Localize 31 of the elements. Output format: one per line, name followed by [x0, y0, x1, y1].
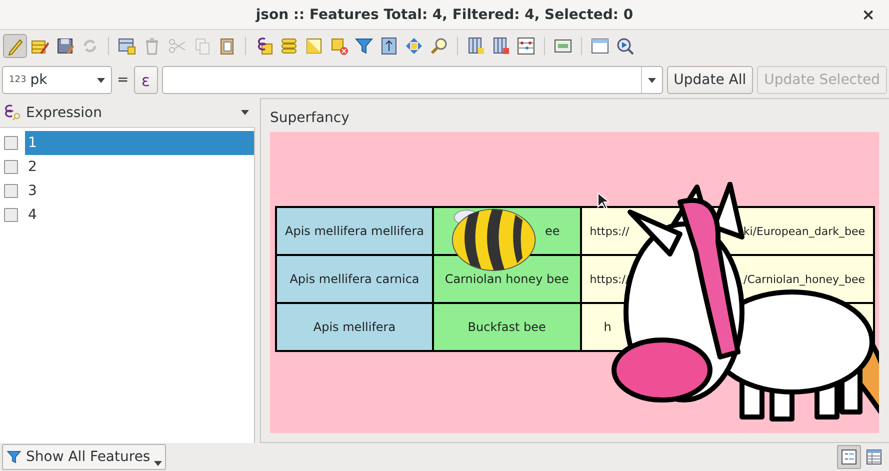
checkbox[interactable] — [4, 208, 18, 222]
feature-item[interactable]: 1 — [25, 131, 254, 155]
caret-icon — [648, 78, 656, 82]
update-all-button[interactable]: Update All — [666, 66, 754, 94]
cursor-icon — [597, 192, 609, 210]
table-cell: Apis mellifera mellifera — [276, 207, 433, 255]
feature-item[interactable]: 3 — [25, 179, 254, 203]
caret-icon — [154, 461, 162, 466]
caret-icon — [97, 78, 105, 82]
equals-sign: = — [117, 72, 129, 88]
table-cell: Apis mellifera carnica — [276, 255, 433, 303]
funnel-icon — [6, 449, 22, 465]
column-header: Expression — [26, 104, 103, 120]
expression-button[interactable]: ε — [134, 66, 158, 94]
view-toggle-button[interactable] — [837, 445, 861, 469]
form-view-icon — [840, 448, 858, 466]
close-button[interactable]: × — [858, 5, 879, 24]
table-cell: Apis mellifera — [276, 303, 433, 351]
form-label: Superfancy — [270, 110, 350, 126]
checkbox[interactable] — [4, 184, 18, 198]
feature-item[interactable]: 4 — [25, 203, 254, 227]
checkbox[interactable] — [4, 136, 18, 150]
field-dropdown[interactable]: 123 pk — [2, 66, 112, 94]
table-cell: Buckfast bee — [432, 303, 581, 351]
expression-icon — [4, 104, 22, 122]
caret-icon — [241, 110, 249, 115]
table-view-icon — [865, 448, 883, 466]
show-features-button[interactable]: Show All Features — [2, 444, 166, 470]
window-title: json :: Features Total: 4, Filtered: 4, Selected: 0 — [256, 6, 634, 22]
feature-item[interactable]: 2 — [25, 155, 254, 179]
checkbox[interactable] — [4, 160, 18, 174]
